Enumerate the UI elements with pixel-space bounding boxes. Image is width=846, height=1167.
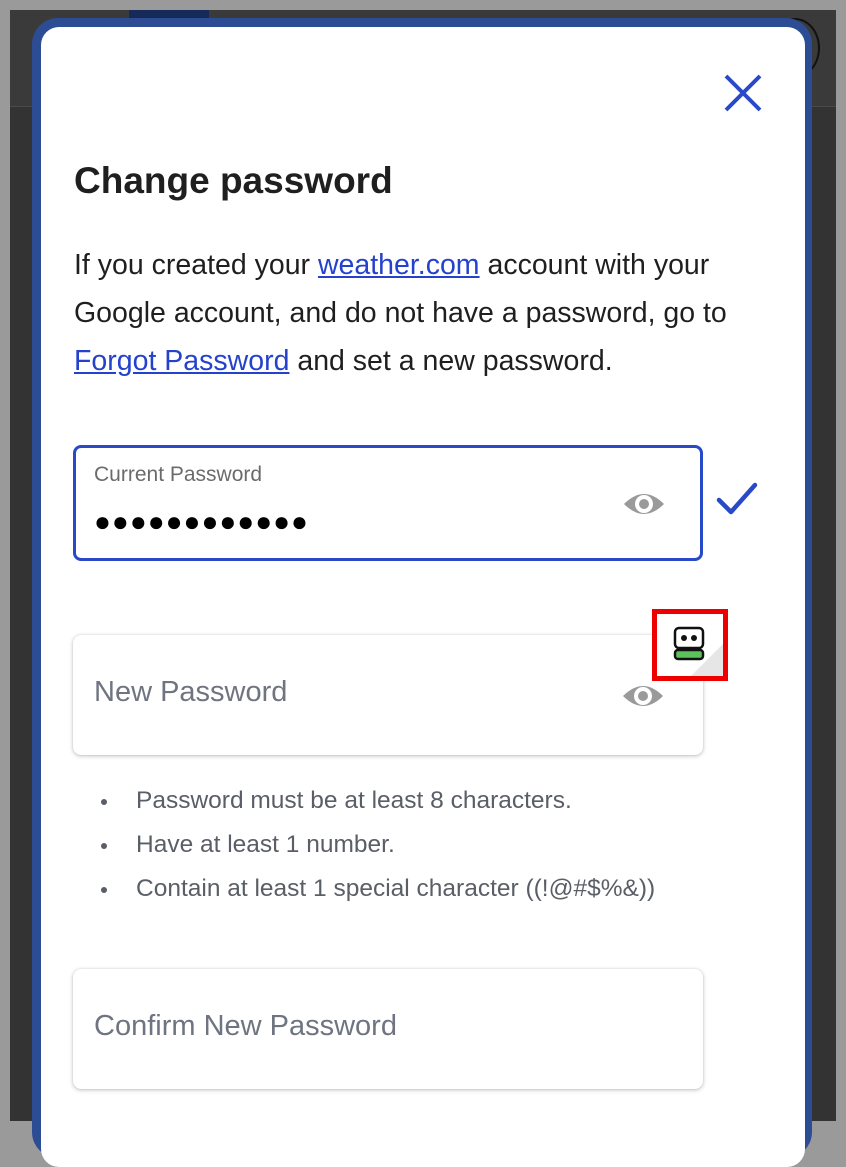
eye-icon[interactable] (622, 489, 666, 519)
check-icon (716, 482, 758, 515)
modal-title: Change password (74, 160, 393, 201)
close-button[interactable] (719, 69, 767, 117)
intro-text-part: If you created your (74, 249, 318, 281)
password-manager-icon (673, 626, 723, 676)
weather-com-link[interactable]: weather.com (318, 249, 480, 281)
confirm-password-placeholder: Confirm New Password (94, 1010, 397, 1042)
requirement-item: Have at least 1 number. (101, 823, 655, 867)
eye-icon[interactable] (621, 681, 665, 711)
intro-text: If you created your weather.com account … (74, 241, 764, 385)
password-requirements: Password must be at least 8 characters. … (101, 779, 655, 911)
close-icon (724, 74, 762, 112)
current-password-label: Current Password (94, 463, 263, 486)
confirm-password-field[interactable]: Confirm New Password (73, 969, 703, 1089)
current-password-value: ●●●●●●●●●●●● (94, 506, 309, 537)
password-manager-button[interactable] (652, 609, 728, 681)
requirement-item: Contain at least 1 special character ((!… (101, 867, 655, 911)
forgot-password-link[interactable]: Forgot Password (74, 345, 289, 377)
new-password-field[interactable]: New Password (73, 635, 703, 755)
intro-text-part: and set a new password. (289, 345, 613, 377)
new-password-placeholder: New Password (94, 676, 288, 708)
change-password-modal: Change password If you created your weat… (41, 27, 805, 1167)
current-password-field[interactable]: Current Password ●●●●●●●●●●●● (73, 445, 703, 561)
requirement-item: Password must be at least 8 characters. (101, 779, 655, 823)
